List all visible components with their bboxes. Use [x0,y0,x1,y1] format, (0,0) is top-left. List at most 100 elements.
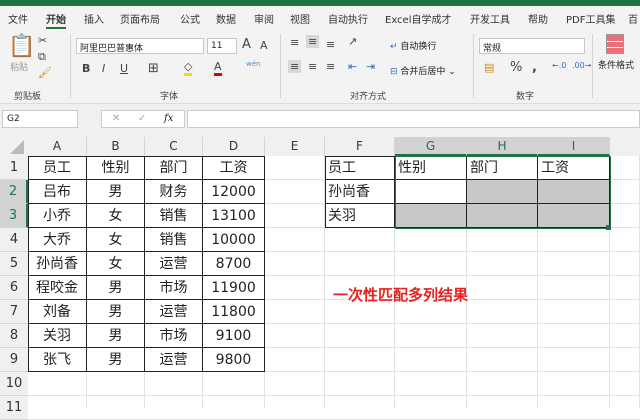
conditional-format-button[interactable]: 条件格式 [598,58,634,71]
cell[interactable]: 13100 [203,204,265,228]
cell[interactable]: 市场 [145,324,203,348]
percent-icon[interactable]: % [510,60,522,75]
formula-input[interactable] [187,110,640,128]
font-name-select[interactable]: 阿里巴巴普惠体 [76,38,204,54]
cell[interactable]: 小乔 [28,204,87,228]
decrease-font-icon[interactable]: A [260,39,268,52]
cell[interactable]: 运营 [145,252,203,276]
cell[interactable]: 8700 [203,252,265,276]
tab-12[interactable]: PDF工具集 [566,11,615,26]
tab-8[interactable]: 自动执行 [328,11,368,26]
cell[interactable]: 销售 [145,204,203,228]
cell[interactable]: 吕布 [28,180,87,204]
decrease-decimal-icon[interactable]: .00→ [572,61,591,70]
column-header-H[interactable]: H [467,137,538,156]
orientation-icon[interactable]: ↗ [348,35,357,48]
cell[interactable]: 财务 [145,180,203,204]
row-header-8[interactable]: 8 [0,324,28,348]
align-middle-icon[interactable]: ≡ [306,35,320,48]
tab-0[interactable]: 文件 [8,11,28,26]
italic-icon[interactable]: I [102,62,105,75]
align-bottom-icon[interactable]: ≡ [326,38,335,51]
align-center-icon[interactable]: ≡ [308,60,317,73]
cell[interactable]: 程咬金 [28,276,87,300]
fill-handle[interactable] [606,225,611,230]
tab-11[interactable]: 帮助 [528,11,548,26]
cell[interactable]: 销售 [145,228,203,252]
name-box[interactable]: G2 [2,110,78,128]
cell[interactable]: 10000 [203,228,265,252]
column-header-G[interactable]: G [395,137,467,156]
column-header-I[interactable]: I [538,137,610,156]
cell[interactable]: 关羽 [28,324,87,348]
tab-2[interactable]: 插入 [84,11,104,26]
bold-icon[interactable]: B [82,62,90,75]
column-header-D[interactable]: D [203,137,265,156]
cell[interactable]: 9100 [203,324,265,348]
tab-6[interactable]: 审阅 [254,11,274,26]
cell[interactable]: 员工 [28,156,87,180]
row-header-1[interactable]: 1 [0,156,28,180]
row-header-7[interactable]: 7 [0,300,28,324]
cancel-icon[interactable]: ✕ [112,113,120,124]
currency-icon[interactable]: ▤ [484,61,494,74]
increase-font-icon[interactable]: A [242,37,251,52]
tab-13[interactable]: 百 [628,11,638,26]
tab-1[interactable]: 开始 [46,11,66,29]
increase-indent-icon[interactable]: ⇥ [366,60,375,73]
number-format-select[interactable]: 常规 [479,38,585,54]
align-left-icon[interactable]: ≡ [288,60,302,73]
cell[interactable]: 运营 [145,348,203,372]
format-painter-icon[interactable]: 🖌 [38,66,52,79]
cell[interactable]: 11900 [203,276,265,300]
fill-color-icon[interactable]: ◇ [184,60,193,76]
row-header-11[interactable]: 11 [0,396,28,420]
tab-4[interactable]: 公式 [180,11,200,26]
spreadsheet-grid[interactable]: A B C D E F G H I 1 2 3 4 5 6 7 8 9 10 11 员工 性别 部门 工资 吕布男财务 12000… [0,136,640,420]
cell[interactable]: 关羽 [325,204,395,228]
cell[interactable]: 市场 [145,276,203,300]
row-header-4[interactable]: 4 [0,228,28,252]
cell[interactable]: 大乔 [28,228,87,252]
row-header-3[interactable]: 3 [0,204,28,228]
paste-button[interactable]: 粘贴 [10,60,28,73]
align-right-icon[interactable]: ≡ [326,60,335,73]
row-header-5[interactable]: 5 [0,252,28,276]
column-header-E[interactable]: E [265,137,325,156]
row-header-10[interactable]: 10 [0,372,28,396]
column-header-C[interactable]: C [145,137,203,156]
tab-10[interactable]: 开发工具 [470,11,510,26]
font-size-select[interactable]: 11 [207,38,237,54]
border-icon[interactable]: ⊞ [148,61,159,76]
tab-9[interactable]: Excel自学成才 [385,11,452,26]
cell[interactable]: 女 [87,204,145,228]
cell[interactable]: 男 [87,300,145,324]
increase-decimal-icon[interactable]: ←.0 [552,61,566,70]
cell[interactable]: 部门 [145,156,203,180]
font-color-icon[interactable]: A [214,60,222,76]
row-header-9[interactable]: 9 [0,348,28,372]
insert-function-icon[interactable]: fx [164,113,173,124]
row-header-6[interactable]: 6 [0,276,28,300]
cell[interactable]: 员工 [325,156,395,180]
column-header-B[interactable]: B [87,137,145,156]
cell[interactable]: 工资 [203,156,265,180]
row-header-2[interactable]: 2 [0,180,28,204]
cell[interactable]: 11800 [203,300,265,324]
cell[interactable]: 孙尚香 [325,180,395,204]
cut-icon[interactable]: ✂ [38,34,47,47]
cell[interactable]: 男 [87,276,145,300]
cell[interactable]: 刘备 [28,300,87,324]
cell[interactable]: 性别 [87,156,145,180]
cell[interactable]: 9800 [203,348,265,372]
comma-style-icon[interactable]: , [532,60,537,75]
tab-3[interactable]: 页面布局 [120,11,160,26]
copy-icon[interactable]: ⧉ [38,50,46,64]
merge-center-button[interactable]: ⊟ 合并后居中 ⌄ [390,64,456,77]
column-header-A[interactable]: A [28,137,87,156]
cell[interactable]: 男 [87,180,145,204]
cell[interactable]: 孙尚香 [28,252,87,276]
tab-7[interactable]: 视图 [290,11,310,26]
select-all-icon[interactable] [10,140,24,154]
paste-icon[interactable]: 📋 [8,34,35,59]
